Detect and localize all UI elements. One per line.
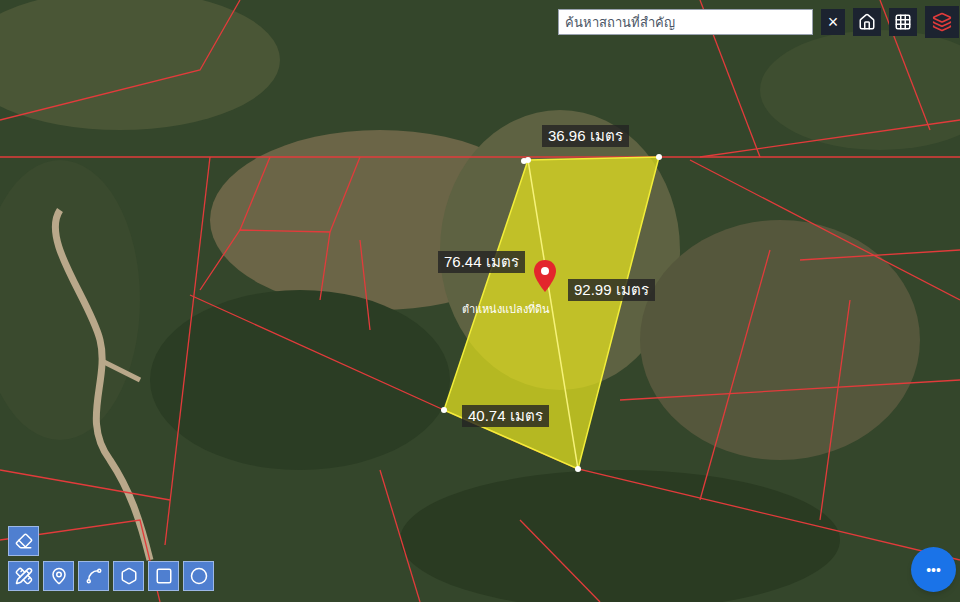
circle-icon — [190, 567, 208, 585]
satellite-imagery[interactable] — [0, 0, 960, 602]
home-button[interactable] — [853, 8, 881, 36]
search-input[interactable] — [558, 9, 813, 35]
grid-icon — [894, 13, 912, 31]
measurement-label: 40.74 เมตร — [462, 405, 549, 427]
home-icon — [858, 13, 876, 31]
clear-search-button[interactable]: × — [821, 9, 845, 35]
top-toolbar: × — [558, 6, 959, 38]
measurement-label: 76.44 เมตร — [438, 251, 525, 273]
tool-row — [8, 561, 214, 591]
location-pin-icon[interactable] — [533, 259, 557, 293]
rectangle-button[interactable] — [148, 561, 179, 591]
eraser-button[interactable] — [8, 526, 39, 556]
polyline-icon — [85, 567, 103, 585]
pin-label: ตำแหน่งแปลงที่ดิน — [462, 302, 550, 316]
measure-button[interactable] — [8, 561, 39, 591]
more-button[interactable]: ••• — [911, 547, 956, 592]
measurement-label: 92.99 เมตร — [568, 279, 655, 301]
layers-icon — [932, 12, 952, 32]
measurement-label: 36.96 เมตร — [542, 125, 629, 147]
polygon-button[interactable] — [113, 561, 144, 591]
marker-button[interactable] — [43, 561, 74, 591]
measure-icon — [15, 567, 33, 585]
map-app: 36.96 เมตร 76.44 เมตร 92.99 เมตร 40.74 เมตร… — [0, 0, 960, 602]
draw-toolbar — [8, 526, 214, 591]
polyline-button[interactable] — [78, 561, 109, 591]
circle-button[interactable] — [183, 561, 214, 591]
eraser-icon — [15, 532, 33, 550]
grid-button[interactable] — [889, 8, 917, 36]
rectangle-icon — [155, 567, 173, 585]
land-parcel — [444, 157, 659, 469]
marker-icon — [50, 567, 68, 585]
polygon-icon — [120, 567, 138, 585]
layers-button[interactable] — [925, 6, 959, 38]
